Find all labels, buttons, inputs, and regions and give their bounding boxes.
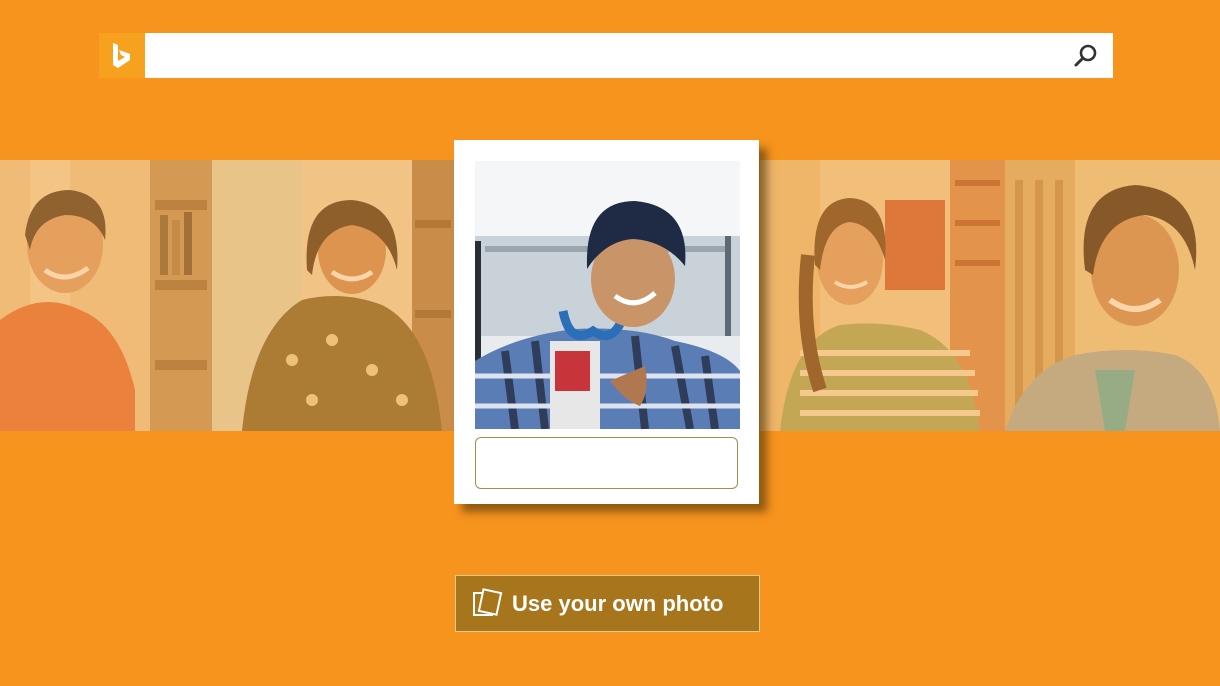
sample-photo-woman-striped-top[interactable]: [760, 160, 1005, 431]
caption-input[interactable]: [475, 437, 738, 489]
use-own-photo-button[interactable]: Use your own photo: [455, 575, 760, 632]
sample-photo-man-red-shirt[interactable]: [0, 160, 212, 431]
bing-logo-icon[interactable]: [99, 33, 145, 78]
sample-photo-woman-patterned-top[interactable]: [212, 160, 454, 431]
search-bar: [99, 33, 1113, 78]
search-input[interactable]: [145, 33, 1065, 78]
use-own-photo-label: Use your own photo: [512, 590, 724, 616]
selected-photo-man-beanie[interactable]: [475, 161, 740, 429]
selected-photo-card: [454, 140, 759, 504]
search-icon[interactable]: [1071, 41, 1101, 71]
photo-stack-icon: [470, 587, 504, 621]
sample-photo-young-man[interactable]: [1005, 160, 1220, 431]
